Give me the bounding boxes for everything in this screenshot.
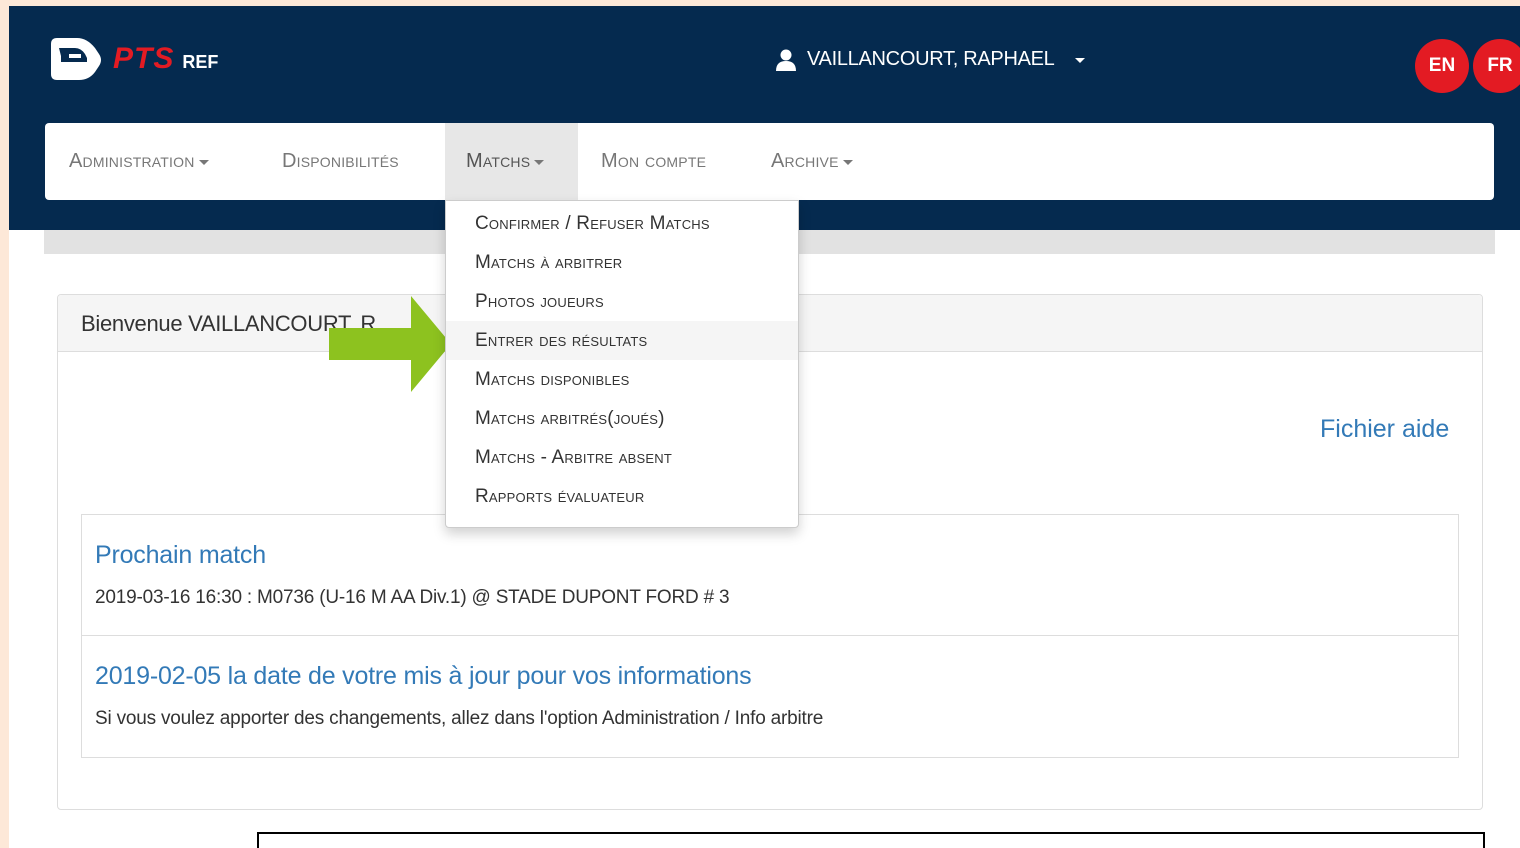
menu-item-rapports-evaluateur[interactable]: Rapports évaluateur — [446, 477, 798, 516]
brand-name: PTS — [113, 42, 175, 75]
nav-administration-label: Administration — [69, 150, 195, 172]
user-name: VAILLANCOURT, RAPHAEL — [807, 48, 1055, 70]
brand-suffix: REF — [182, 51, 219, 72]
nav-disponibilites[interactable]: Disponibilités — [282, 123, 399, 200]
menu-item-matchs-a-arbitrer[interactable]: Matchs à arbitrer — [446, 243, 798, 282]
menu-item-matchs-disponibles[interactable]: Matchs disponibles — [446, 360, 798, 399]
caret-down-icon — [534, 160, 545, 165]
header-bar: PTS REF VAILLANCOURT, RAPHAEL EN FR Admi… — [9, 6, 1520, 230]
chevron-down-icon — [1074, 58, 1085, 63]
help-file-link[interactable]: Fichier aide — [1320, 415, 1449, 444]
nav-archive[interactable]: Archive — [771, 123, 853, 200]
update-info-text: Si vous voulez apporter des changements,… — [95, 708, 824, 729]
app-frame: PTS REF VAILLANCOURT, RAPHAEL EN FR Admi… — [9, 6, 1520, 848]
menu-item-arbitre-absent[interactable]: Matchs - Arbitre absent — [446, 438, 798, 477]
menu-item-matchs-arbitres[interactable]: Matchs arbitrés(joués) — [446, 399, 798, 438]
update-info-link[interactable]: 2019-02-05 la date de votre mis à jour p… — [95, 662, 752, 691]
nav-administration[interactable]: Administration — [69, 123, 209, 200]
nav-matchs-label: Matchs — [466, 150, 531, 172]
nav-mon-compte[interactable]: Mon compte — [601, 123, 706, 200]
next-match-details: 2019-03-16 16:30 : M0736 (U-16 M AA Div.… — [95, 587, 730, 608]
next-match-link[interactable]: Prochain match — [95, 541, 266, 570]
user-menu[interactable]: VAILLANCOURT, RAPHAEL — [775, 48, 1085, 71]
nav-disponibilites-label: Disponibilités — [282, 150, 399, 172]
nav-mon-compte-label: Mon compte — [601, 150, 707, 172]
logo[interactable]: PTS REF — [47, 36, 218, 82]
caret-down-icon — [198, 160, 209, 165]
annotation-box — [257, 832, 1485, 848]
language-en-button[interactable]: EN — [1415, 39, 1469, 93]
nav-matchs[interactable]: Matchs — [445, 123, 578, 200]
list-item-next-match: Prochain match 2019-03-16 16:30 : M0736 … — [82, 515, 1458, 636]
language-fr-button[interactable]: FR — [1473, 39, 1520, 93]
user-icon — [776, 49, 796, 71]
nav-archive-label: Archive — [771, 150, 839, 172]
main-navbar: Administration Disponibilités Matchs Mon… — [45, 123, 1494, 200]
green-arrow-icon — [329, 296, 451, 392]
matchs-dropdown-menu: Confirmer / Refuser Matchs Matchs à arbi… — [445, 200, 799, 528]
menu-item-entrer-resultats[interactable]: Entrer des résultats — [446, 321, 798, 360]
menu-item-confirmer-refuser[interactable]: Confirmer / Refuser Matchs — [446, 204, 798, 243]
pts-logo-icon — [51, 38, 101, 80]
menu-item-photos-joueurs[interactable]: Photos joueurs — [446, 282, 798, 321]
caret-down-icon — [842, 160, 853, 165]
info-list: Prochain match 2019-03-16 16:30 : M0736 … — [81, 514, 1459, 758]
list-item-update-info: 2019-02-05 la date de votre mis à jour p… — [82, 636, 1458, 756]
